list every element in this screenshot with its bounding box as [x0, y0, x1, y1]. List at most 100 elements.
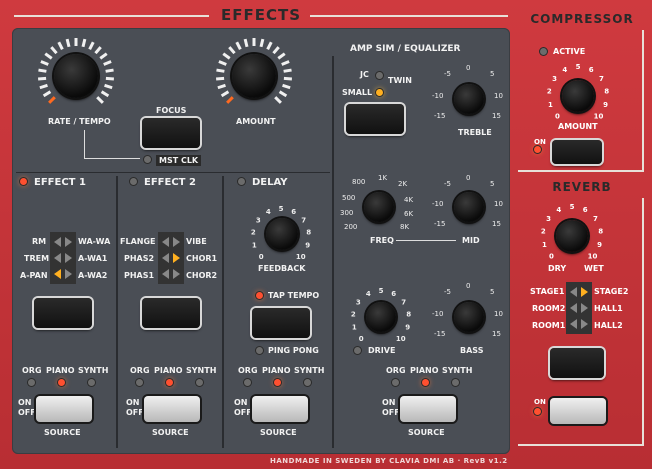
led-ring-segment [283, 76, 293, 81]
scale-tick-label: 0 [359, 335, 364, 342]
freq-tick-1k: 1K [378, 174, 388, 182]
led-ring-segment [40, 60, 49, 66]
freq-tick-2k: 2K [398, 180, 408, 188]
led-ring-segment [220, 90, 230, 98]
freq-tick-500: 500 [342, 194, 356, 202]
delay-source-button[interactable] [252, 396, 308, 422]
effect1-source-button[interactable] [36, 396, 92, 422]
freq-tick-200: 200 [344, 223, 358, 231]
scale-tick-label: 9 [405, 324, 410, 332]
tap-tempo-label: TAP TEMPO [268, 291, 320, 300]
scale-tick-label: 4 [556, 206, 561, 214]
amount-knob[interactable] [232, 54, 276, 98]
drive-knob[interactable] [366, 302, 396, 332]
scale-tick-label: 10 [296, 253, 306, 260]
led-ring-segment [217, 83, 226, 90]
reverb-on-led [534, 408, 541, 415]
compressor-on-button[interactable] [552, 140, 602, 164]
effect2-opt-chor1: CHOR1 [186, 254, 218, 263]
effect2-opt-vibe: VIBE [186, 237, 207, 246]
reverb-mix-knob[interactable] [556, 220, 588, 252]
scale-tick-label: 5 [379, 287, 384, 295]
effect1-opt-rm: RM [32, 237, 47, 246]
effect1-source-synth-label: SYNTH [78, 366, 109, 375]
compressor-amount-knob[interactable] [562, 80, 594, 112]
led-ring-segment [65, 38, 71, 48]
bass-tick-m5: -5 [444, 288, 451, 296]
reverb-opt-hall1: HALL1 [594, 304, 623, 313]
feedback-knob[interactable] [266, 218, 298, 250]
scale-tick-label: 1 [542, 241, 547, 249]
freq-knob[interactable] [364, 192, 394, 222]
mid-knob[interactable] [454, 192, 484, 222]
bass-knob[interactable] [454, 302, 484, 332]
reverb-title: REVERB [552, 180, 612, 194]
led-ring-segment [259, 38, 265, 48]
led-ring-segment [99, 52, 108, 60]
led-ring-segment [37, 76, 47, 81]
rate-tempo-knob[interactable] [54, 54, 98, 98]
amp-source-button[interactable] [400, 396, 456, 422]
led-ring-segment [104, 83, 113, 90]
treble-tick-m10: -10 [432, 92, 444, 100]
mid-tick-5: 5 [490, 180, 495, 188]
led-ring-segment [39, 83, 48, 90]
effect2-source-button[interactable] [144, 396, 200, 422]
led-ring-segment [266, 41, 273, 50]
effects-header-bar-left [14, 15, 209, 17]
effect2-source-piano-led [166, 379, 173, 386]
amp-type-button[interactable] [346, 104, 404, 134]
scale-tick-label: 6 [583, 206, 588, 214]
amount-label: AMOUNT [236, 117, 276, 126]
treble-tick-10: 10 [494, 92, 503, 100]
amp-source-on-label: ON [382, 398, 396, 407]
amp-source-synth-label: SYNTH [442, 366, 473, 375]
bass-label: BASS [460, 346, 484, 355]
ping-pong-label: PING PONG [268, 346, 319, 355]
effect1-source-piano-label: PIANO [46, 366, 75, 375]
amp-source-off-label: OFF [382, 408, 400, 417]
led-ring-segment [57, 41, 64, 50]
mst-clk-connector-h [84, 158, 140, 159]
led-ring-segment [50, 46, 58, 55]
led-ring-segment [42, 90, 52, 98]
scale-tick-label: 7 [599, 75, 604, 83]
mst-clk-label: MST CLK [156, 155, 202, 166]
compressor-active-label: ACTIVE [553, 47, 586, 56]
led-ring-segment [96, 96, 104, 104]
effect2-source-org-label: ORG [130, 366, 150, 375]
effect1-select-button[interactable] [34, 298, 92, 328]
delay-source-piano-label: PIANO [262, 366, 291, 375]
delay-source-synth-label: SYNTH [294, 366, 325, 375]
treble-label: TREBLE [458, 128, 492, 137]
jc-label: JC [360, 70, 369, 79]
reverb-opt-hall2: HALL2 [594, 321, 623, 330]
freq-tick-8k: 8K [400, 223, 410, 231]
reverb-on-button[interactable] [550, 398, 606, 424]
scale-tick-label: 4 [266, 208, 271, 216]
scale-tick-label: 1 [548, 101, 553, 109]
reverb-opt-stage2: STAGE2 [594, 287, 629, 296]
compressor-amount-label: AMOUNT [558, 122, 598, 131]
effect1-opt-awa2: A-WA2 [78, 271, 108, 280]
bass-tick-m15: -15 [434, 330, 446, 338]
effect2-opt-phas2: PHAS2 [124, 254, 155, 263]
effect2-source-off-label: OFF [126, 408, 144, 417]
delay-title: DELAY [252, 177, 288, 188]
small-led [376, 89, 383, 96]
tap-tempo-button[interactable] [252, 308, 310, 338]
bass-tick-15: 15 [492, 330, 501, 338]
scale-tick-label: 5 [576, 63, 581, 71]
focus-button[interactable] [142, 118, 200, 148]
scale-tick-label: 7 [593, 215, 598, 223]
effect2-source-org-led [136, 379, 143, 386]
treble-tick-0: 0 [466, 64, 471, 72]
reverb-type-button[interactable] [550, 348, 604, 378]
reverb-opt-room1: ROOM1 [532, 321, 566, 330]
effect2-select-button[interactable] [142, 298, 200, 328]
freq-label: FREQ [370, 236, 394, 245]
led-ring-segment [94, 46, 102, 55]
treble-knob[interactable] [454, 84, 484, 114]
treble-tick-5: 5 [490, 70, 495, 78]
mid-tick-m5: -5 [444, 180, 451, 188]
